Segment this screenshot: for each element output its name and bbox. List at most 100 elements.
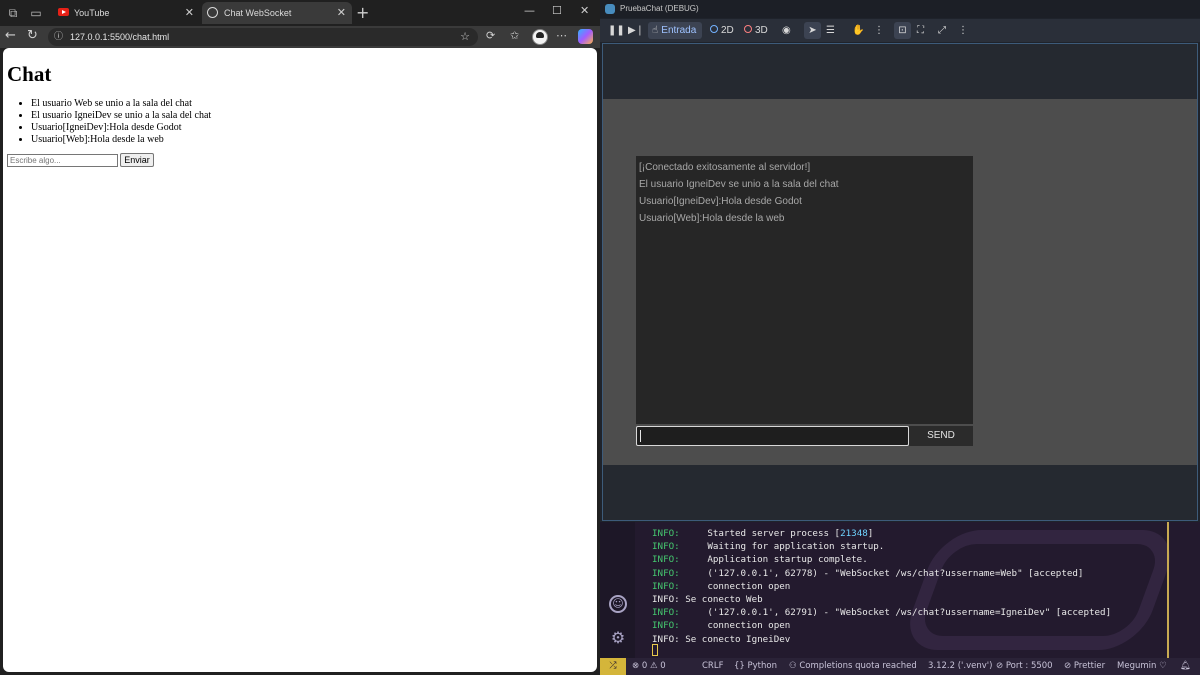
browser-toolbar: ← ↻ ⓘ 127.0.0.1:5500/chat.html ☆ ⟳ ✩ ⋯ — [0, 26, 600, 48]
log-text: connection open — [679, 620, 791, 632]
message-list: El usuario Web se unio a la sala del cha… — [31, 98, 211, 146]
terminal-line: INFO: Waiting for application startup. — [652, 540, 1111, 553]
account-icon[interactable]: ☺ — [609, 595, 627, 613]
site-info-icon[interactable]: ⓘ — [54, 32, 65, 42]
log-level: INFO: — [652, 607, 680, 619]
tab-chat-websocket[interactable]: Chat WebSocket ✕ — [202, 2, 352, 24]
next-frame-icon[interactable]: ▶❘ — [628, 22, 644, 39]
terminal-line: INFO: ('127.0.0.1', 62778) - "WebSocket … — [652, 567, 1111, 580]
refresh-button[interactable]: ↻ — [27, 28, 38, 43]
browser-window: ⧉ ▭ YouTube ✕ Chat WebSocket ✕ + — ☐ ✕ ←… — [0, 0, 600, 675]
python-interpreter[interactable]: 3.12.2 ('.venv') — [928, 658, 992, 675]
terminal-line: INFO: Se conecto IgneiDev — [652, 633, 1111, 646]
log-text: INFO: Se conecto IgneiDev — [652, 633, 791, 645]
terminal-cursor[interactable] — [652, 644, 658, 656]
mode-3d-button[interactable]: 3D — [744, 22, 768, 39]
language-label: Python — [747, 661, 777, 671]
embed-icon[interactable]: ⤢ — [938, 22, 946, 39]
copilot-status[interactable]: ⚇ Completions quota reached — [789, 658, 917, 675]
completions-label: Completions quota reached — [799, 661, 917, 671]
log-text: ('127.0.0.1', 62778) - "WebSocket /ws/ch… — [679, 567, 1084, 579]
terminal-line: INFO: connection open — [652, 580, 1111, 593]
circle-icon — [710, 25, 718, 33]
status-bar: ⤮ ⊗ 0 ⚠ 0 CRLF {} Python ⚇ Completions q… — [600, 658, 1200, 675]
log-text: ('127.0.0.1', 62791) - "WebSocket /ws/ch… — [679, 607, 1112, 619]
chat-line: Usuario[IgneiDev]:Hola desde Godot — [639, 196, 802, 207]
terminal-line: INFO: Se conecto Web — [652, 593, 1111, 606]
problems-indicator[interactable]: ⊗ 0 ⚠ 0 — [632, 658, 666, 675]
eol-indicator[interactable]: CRLF — [702, 658, 723, 675]
favorite-star-icon[interactable]: ☆ — [460, 28, 470, 46]
new-tab-button[interactable]: + — [356, 3, 369, 22]
address-bar[interactable]: ⓘ 127.0.0.1:5500/chat.html ☆ — [48, 28, 478, 46]
web-page: Chat El usuario Web se unio a la sala de… — [3, 48, 597, 672]
input-mode-button[interactable]: ☝ Entrada — [648, 22, 702, 39]
focus-icon[interactable]: ⊡ — [894, 22, 911, 39]
log-text: Application startup complete. — [679, 554, 868, 566]
pause-icon[interactable]: ❚❚ — [608, 22, 625, 39]
visibility-icon[interactable]: ◉ — [782, 22, 791, 39]
more-options-icon[interactable]: ⋮ — [874, 22, 884, 39]
close-tab-icon[interactable]: ✕ — [337, 2, 346, 24]
log-level: INFO: — [652, 554, 680, 566]
log-level: INFO: — [652, 567, 680, 579]
log-number: 21348 — [840, 528, 868, 539]
window-title: PruebaChat (DEBUG) — [620, 4, 699, 13]
tab-actions-icon[interactable]: ▭ — [27, 4, 45, 22]
extensions-icon[interactable]: ⟳ — [486, 29, 495, 42]
back-button[interactable]: ← — [5, 28, 16, 43]
remote-icon[interactable]: ⤮ — [600, 658, 626, 675]
close-tab-icon[interactable]: ✕ — [185, 2, 194, 24]
mode-2d-button[interactable]: 2D — [710, 22, 734, 39]
gear-icon[interactable]: ⚙ — [609, 630, 627, 649]
language-mode[interactable]: {} Python — [734, 658, 777, 675]
camera-icon[interactable]: ✋ — [852, 22, 864, 39]
log-text: Started server process [ — [679, 528, 841, 539]
error-count: 0 — [641, 661, 648, 671]
chat-input[interactable] — [636, 426, 909, 446]
profile-avatar[interactable] — [532, 29, 548, 45]
tab-youtube[interactable]: YouTube ✕ — [52, 2, 200, 24]
live-server-port[interactable]: ⊘ Port : 5500 — [996, 658, 1053, 675]
send-button[interactable]: Enviar — [120, 153, 154, 167]
send-button[interactable]: SEND — [909, 426, 973, 446]
close-window-button[interactable]: ✕ — [580, 4, 589, 17]
maximize-button[interactable]: ☐ — [552, 4, 562, 17]
message-input[interactable] — [7, 154, 118, 167]
more-menu-icon[interactable]: ⋯ — [556, 29, 567, 42]
minimize-button[interactable]: — — [524, 4, 535, 17]
copilot-icon[interactable] — [578, 29, 593, 44]
mode-3d-label: 3D — [755, 25, 768, 36]
notifications-icon[interactable]: 🔔︎ — [1180, 658, 1191, 675]
tab-label: Chat WebSocket — [224, 8, 292, 18]
terminal-output: INFO: Started server process [21348] INFO… — [652, 527, 1111, 646]
chat-line: [¡Conectado exitosamente al servidor!] — [639, 162, 811, 173]
more-options-icon[interactable]: ⋮ — [958, 22, 968, 39]
vscode-panel: ☺ ⚙ INFO: Started server process [21348]… — [600, 522, 1200, 675]
godot-debug-window: PruebaChat (DEBUG) ❚❚ ▶❘ ☝ Entrada 2D 3D… — [600, 0, 1200, 522]
chat-line: El usuario IgneiDev se unio a la sala de… — [639, 179, 839, 190]
log-level: INFO: — [652, 541, 680, 553]
log-text: connection open — [679, 580, 791, 592]
theme-label: Megumin — [1117, 661, 1157, 671]
log-text: ] — [867, 528, 874, 539]
tab-bar: ⧉ ▭ YouTube ✕ Chat WebSocket ✕ + — ☐ ✕ — [0, 0, 600, 26]
theme-indicator[interactable]: Megumin ♡ — [1117, 658, 1167, 675]
terminal-scrollbar[interactable] — [1167, 522, 1169, 658]
circle-icon — [744, 25, 752, 33]
workspaces-icon[interactable]: ⧉ — [4, 4, 22, 22]
game-area: [¡Conectado exitosamente al servidor!] E… — [603, 99, 1197, 465]
prettier-status[interactable]: ⊘ Prettier — [1064, 658, 1105, 675]
list-item: Usuario[IgneiDev]:Hola desde Godot — [31, 122, 211, 134]
game-viewport: [¡Conectado exitosamente al servidor!] E… — [602, 43, 1198, 521]
viewport-letterbox-top — [603, 44, 1197, 99]
mode-2d-label: 2D — [721, 25, 734, 36]
log-level: INFO: — [652, 528, 680, 539]
terminal-line: INFO: connection open — [652, 619, 1111, 632]
favorites-icon[interactable]: ✩ — [510, 29, 519, 42]
fullscreen-icon[interactable]: ⛶ — [917, 22, 924, 39]
activity-bar: ☺ ⚙ — [600, 522, 635, 658]
select-arrow-icon[interactable]: ➤ — [804, 22, 821, 39]
list-select-icon[interactable]: ☰ — [826, 22, 835, 39]
tab-label: YouTube — [74, 8, 110, 18]
